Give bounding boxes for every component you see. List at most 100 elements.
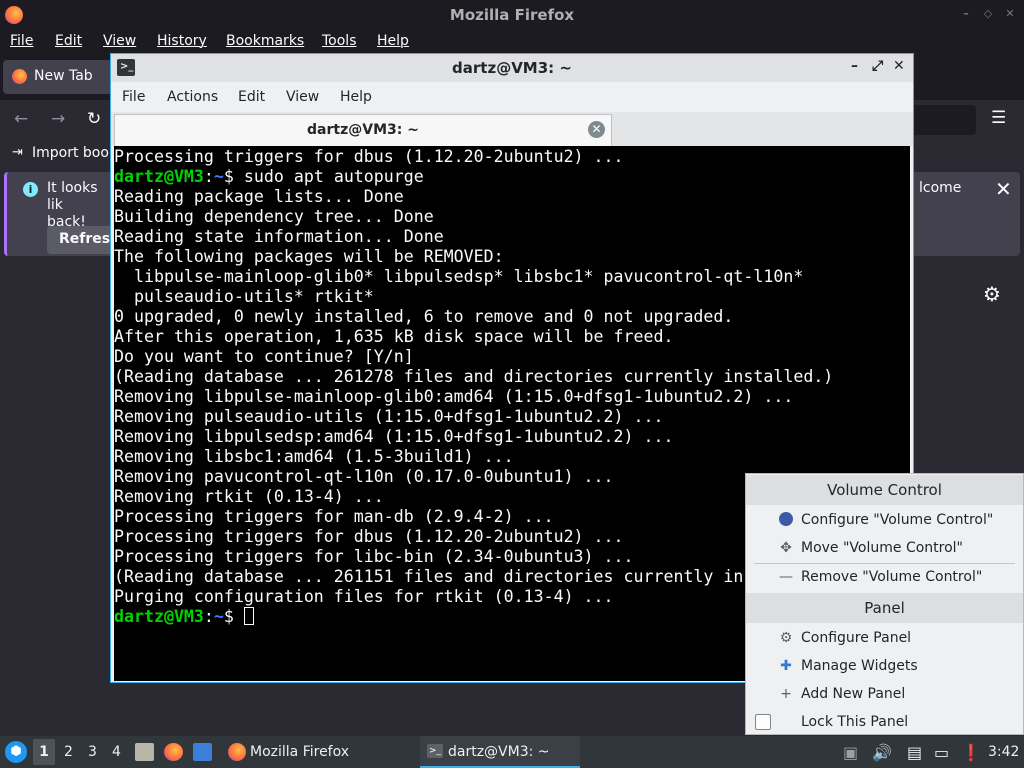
add-new-panel-label: Add New Panel <box>801 686 906 702</box>
panel-context-menu: Volume Control Configure "Volume Control… <box>745 473 1024 735</box>
terminal-tab[interactable]: dartz@VM3: ~ ✕ <box>114 114 612 146</box>
workspace-4[interactable]: 4 <box>112 744 121 760</box>
task-firefox[interactable]: Mozilla Firefox <box>222 736 418 768</box>
updates-icon[interactable]: ▣ <box>843 743 858 762</box>
close-icon[interactable]: ✕ <box>893 58 905 74</box>
back-icon[interactable]: ← <box>14 109 28 129</box>
text-cursor <box>243 607 254 625</box>
line-text <box>234 607 244 626</box>
terminal-tabbar: dartz@VM3: ~ ✕ <box>111 112 913 146</box>
task-terminal[interactable]: >_ dartz@VM3: ~ <box>420 736 580 768</box>
prompt-separator: : <box>203 607 214 626</box>
line-text: After this operation, 1,635 kB disk spac… <box>114 327 674 346</box>
hamburger-menu-icon[interactable]: ☰ <box>991 108 1006 128</box>
term-menu-actions[interactable]: Actions <box>167 89 218 105</box>
firefox-launcher-icon[interactable] <box>164 743 183 761</box>
minimize-icon[interactable]: – <box>851 58 858 74</box>
network-icon[interactable]: ▭ <box>934 743 949 762</box>
show-desktop-icon[interactable] <box>193 743 212 761</box>
move-volume-control-item[interactable]: ✥ Move "Volume Control" <box>746 534 1023 562</box>
ff-menu-history[interactable]: History <box>157 33 207 49</box>
ff-menu-help[interactable]: Help <box>377 33 409 49</box>
ff-menu-tools[interactable]: Tools <box>322 33 357 49</box>
menu-section-volume-control: Volume Control <box>746 475 1023 505</box>
line-text: The following packages will be REMOVED: <box>114 247 504 266</box>
notifications-icon[interactable]: ❗ <box>961 743 981 762</box>
notification-message: It looks lik back! <box>47 180 107 231</box>
prompt-dollar: $ <box>223 607 234 626</box>
add-new-panel-item[interactable]: + Add New Panel <box>746 680 1023 708</box>
prompt-user: dartz@VM3 <box>114 607 204 626</box>
terminal-window-title: dartz@VM3: ~ <box>452 59 572 77</box>
reload-icon[interactable]: ↻ <box>87 109 101 129</box>
desktop: Mozilla Firefox – ◇ ✕ File Edit View His… <box>0 0 1024 768</box>
start-menu-icon[interactable]: ⬢ <box>5 741 27 763</box>
taskbar: ⬢ 1 2 3 4 Mozilla Firefox >_ dartz@VM3: … <box>0 736 1024 768</box>
term-menu-help[interactable]: Help <box>340 89 372 105</box>
forward-icon[interactable]: → <box>51 109 65 129</box>
terminal-tab-label: dartz@VM3: ~ <box>307 122 419 138</box>
configure-volume-control-item[interactable]: Configure "Volume Control" <box>746 506 1023 534</box>
workspace-3[interactable]: 3 <box>88 744 97 760</box>
terminal-menubar: File Actions Edit View Help <box>111 82 913 112</box>
task-firefox-label: Mozilla Firefox <box>250 744 350 760</box>
clock[interactable]: 3:42 <box>988 744 1019 760</box>
output-line: Building dependency tree... Done <box>114 207 910 227</box>
close-icon[interactable]: ✕ <box>1004 7 1016 21</box>
notification-line-1: It looks lik <box>47 180 98 213</box>
lock-panel-label: Lock This Panel <box>801 714 909 730</box>
maximize-icon[interactable]: ◇ <box>982 7 994 21</box>
move-icon: ✥ <box>780 540 792 556</box>
import-icon: ⇥ <box>12 145 23 160</box>
line-text: Processing triggers for dbus (1.12.20-2u… <box>114 527 624 546</box>
firefox-task-icon <box>228 743 246 761</box>
term-menu-view[interactable]: View <box>286 89 319 105</box>
configure-panel-label: Configure Panel <box>801 630 912 646</box>
ff-menu-file[interactable]: File <box>10 33 33 49</box>
info-icon: i <box>23 182 38 197</box>
notification-welcome-text: lcome <box>919 180 962 196</box>
manage-widgets-label: Manage Widgets <box>801 658 918 674</box>
terminal-task-icon: >_ <box>427 744 443 758</box>
term-menu-file[interactable]: File <box>122 89 145 105</box>
configure-panel-item[interactable]: ⚙ Configure Panel <box>746 624 1023 652</box>
workspace-2[interactable]: 2 <box>64 744 73 760</box>
output-line: libpulse-mainloop-glib0* libpulsedsp* li… <box>114 267 910 287</box>
lock-panel-item[interactable]: Lock This Panel <box>746 708 1023 736</box>
line-text: Purging configuration files for rtkit (0… <box>114 587 614 606</box>
file-manager-icon[interactable] <box>135 743 154 761</box>
workspace-1[interactable]: 1 <box>33 739 55 765</box>
ff-menu-view[interactable]: View <box>103 33 136 49</box>
ff-menu-edit[interactable]: Edit <box>55 33 82 49</box>
settings-gear-icon[interactable]: ⚙ <box>983 282 1001 306</box>
output-line: pulseaudio-utils* rtkit* <box>114 287 910 307</box>
minimize-icon[interactable]: – <box>960 7 972 21</box>
tab-new-tab[interactable]: New Tab <box>3 60 113 94</box>
line-text: sudo apt autopurge <box>233 167 424 186</box>
remove-volume-control-item[interactable]: — Remove "Volume Control" <box>746 563 1023 591</box>
firefox-titlebar[interactable]: Mozilla Firefox – ◇ ✕ <box>0 0 1024 30</box>
output-line: Removing libpulsedsp:amd64 (1:15.0+dfsg1… <box>114 427 910 447</box>
prompt-path: ~ <box>213 167 224 186</box>
volume-icon[interactable]: 🔊 <box>872 743 892 762</box>
tab-label: New Tab <box>34 68 93 84</box>
tab-close-icon[interactable]: ✕ <box>588 121 605 138</box>
clipboard-icon[interactable]: ▤ <box>907 743 922 762</box>
move-volume-control-label: Move "Volume Control" <box>801 540 963 556</box>
ff-menu-bookmarks[interactable]: Bookmarks <box>226 33 304 49</box>
restore-icon[interactable]: ⤢ <box>872 58 883 74</box>
notification-close-icon[interactable]: ✕ <box>995 177 1012 201</box>
add-icon: + <box>780 686 792 702</box>
terminal-titlebar[interactable]: >_ dartz@VM3: ~ – ⤢ ✕ <box>111 54 913 82</box>
firefox-menubar: File Edit View History Bookmarks Tools H… <box>0 30 1024 54</box>
lock-panel-checkbox[interactable] <box>755 714 771 730</box>
line-text: (Reading database ... 261151 files and d… <box>114 567 744 586</box>
line-text: Processing triggers for man-db (2.9.4-2)… <box>114 507 554 526</box>
output-line: (Reading database ... 261278 files and d… <box>114 367 910 387</box>
manage-widgets-item[interactable]: ✚ Manage Widgets <box>746 652 1023 680</box>
line-text: 0 upgraded, 0 newly installed, 6 to remo… <box>114 307 734 326</box>
output-line: Processing triggers for dbus (1.12.20-2u… <box>114 147 910 167</box>
line-text: Removing rtkit (0.13-4) ... <box>114 487 384 506</box>
output-line: Removing libpulse-mainloop-glib0:amd64 (… <box>114 387 910 407</box>
term-menu-edit[interactable]: Edit <box>238 89 265 105</box>
